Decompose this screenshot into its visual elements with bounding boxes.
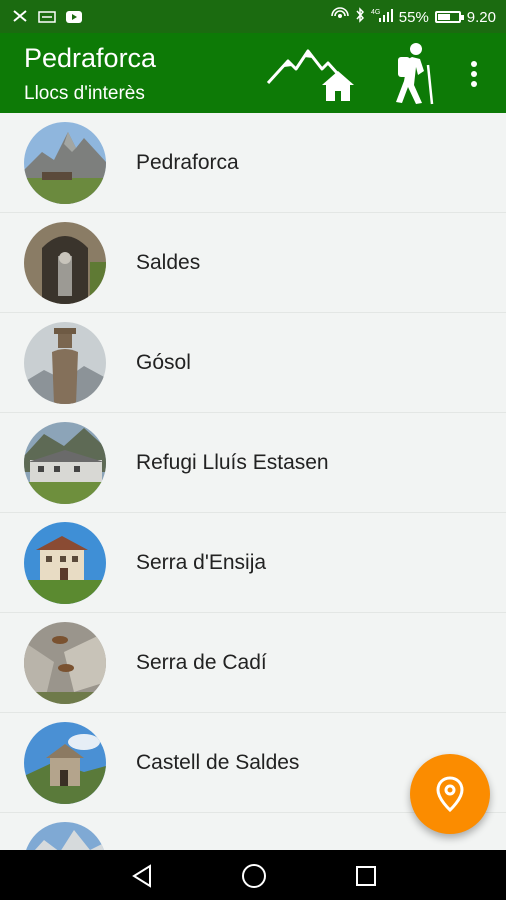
list-item[interactable]: Saldes xyxy=(0,213,506,313)
bluetooth-icon xyxy=(355,7,365,27)
nav-home-button[interactable] xyxy=(240,862,268,890)
home-icon xyxy=(242,864,266,888)
location-pin-icon xyxy=(436,776,464,812)
mountain-refuge-icon xyxy=(266,49,354,101)
list-item[interactable]: Serra de Cadí xyxy=(0,613,506,713)
place-name: Gósol xyxy=(136,351,191,374)
mountain-refuge-button[interactable] xyxy=(266,43,358,103)
place-thumbnail xyxy=(24,222,106,304)
place-thumbnail xyxy=(24,622,106,704)
place-name: Castell de Saldes xyxy=(136,751,300,774)
places-list[interactable]: Pedraforca Saldes Gósol Refugi Lluís Est… xyxy=(0,113,506,850)
list-item[interactable]: Pedraforca xyxy=(0,113,506,213)
place-thumbnail xyxy=(24,522,106,604)
message-icon xyxy=(38,10,56,27)
app-title: Pedraforca xyxy=(24,43,157,73)
nav-recents-button[interactable] xyxy=(352,862,380,890)
place-name: Serra d'Ensija xyxy=(136,551,267,574)
more-options-button[interactable] xyxy=(462,59,486,89)
place-name: Saldes xyxy=(136,251,201,274)
place-name: Serra de Cadí xyxy=(136,651,267,674)
more-vert-icon xyxy=(471,61,477,87)
place-thumbnail xyxy=(24,822,106,850)
list-item[interactable]: Refugi Lluís Estasen xyxy=(0,413,506,513)
signal-icon: 4G xyxy=(371,7,393,27)
status-bar: 4G 55% 9.20 xyxy=(0,0,506,33)
back-icon xyxy=(132,864,151,888)
place-thumbnail xyxy=(24,422,106,504)
clock: 9.20 xyxy=(466,8,496,26)
youtube-icon xyxy=(66,10,82,27)
app-bar: Pedraforca Llocs d'interès xyxy=(0,33,506,113)
recents-icon xyxy=(356,866,376,886)
battery-percent: 55% xyxy=(398,8,429,26)
place-name: Pedraforca xyxy=(136,151,239,174)
network-type: 4G xyxy=(371,9,380,16)
notification-icon xyxy=(12,9,28,27)
nav-back-button[interactable] xyxy=(128,862,156,890)
list-item[interactable]: Serra d'Ensija xyxy=(0,513,506,613)
hiker-button[interactable] xyxy=(388,41,438,105)
hiker-icon xyxy=(396,43,434,105)
nfc-icon xyxy=(330,7,349,27)
place-name: Refugi Lluís Estasen xyxy=(136,451,329,474)
place-thumbnail xyxy=(24,322,106,404)
battery-icon xyxy=(434,11,464,23)
navigation-bar xyxy=(0,850,506,900)
place-thumbnail xyxy=(24,722,106,804)
place-thumbnail xyxy=(24,122,106,204)
list-item[interactable]: Gósol xyxy=(0,313,506,413)
app-subtitle: Llocs d'interès xyxy=(24,83,145,104)
location-fab[interactable] xyxy=(410,754,490,834)
